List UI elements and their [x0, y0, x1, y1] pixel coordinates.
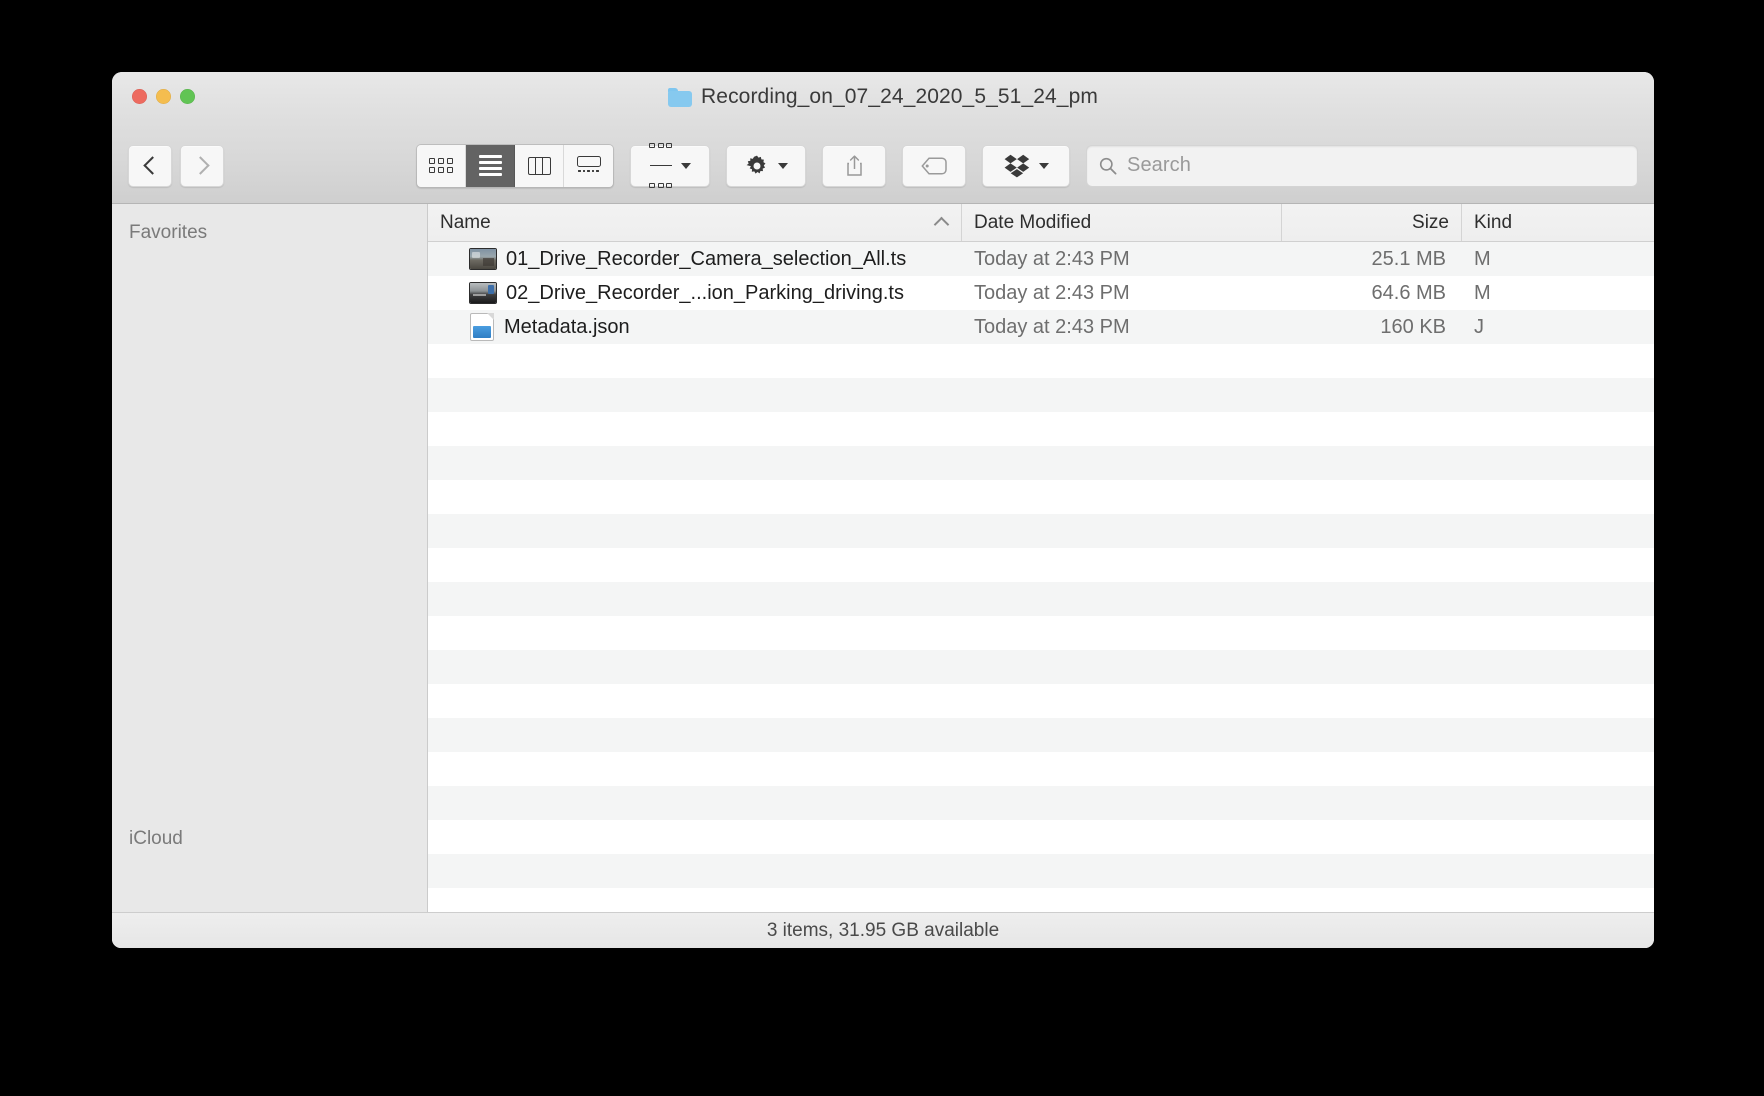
file-size-cell: 160 KB	[1380, 315, 1446, 338]
status-bar: 3 items, 31.95 GB available	[112, 912, 1654, 948]
finder-window: Recording_on_07_24_2020_5_51_24_pm Searc…	[112, 72, 1654, 948]
empty-row	[428, 616, 1654, 650]
empty-row	[428, 446, 1654, 480]
close-button[interactable]	[132, 89, 147, 104]
empty-row	[428, 378, 1654, 412]
search-field[interactable]: Search	[1086, 144, 1638, 187]
empty-row	[428, 718, 1654, 752]
empty-row	[428, 412, 1654, 446]
video-file-icon	[470, 283, 496, 303]
column-header-size[interactable]: Size	[1282, 204, 1462, 241]
column-header-row: Name Date Modified Size Kind	[428, 204, 1654, 242]
list-icon	[478, 155, 502, 176]
file-size-cell: 64.6 MB	[1371, 281, 1446, 304]
status-bar-text: 3 items, 31.95 GB available	[766, 920, 1000, 941]
folder-icon	[668, 87, 693, 107]
file-name-cell: 01_Drive_Recorder_Camera_selection_All.t…	[428, 242, 962, 276]
dropbox-icon	[1004, 154, 1029, 177]
gallery-view-button[interactable]	[564, 144, 613, 187]
share-icon	[846, 155, 862, 176]
empty-row	[428, 582, 1654, 616]
sidebar-section-icloud: iCloud	[129, 828, 183, 849]
file-date-cell: Today at 2:43 PM	[974, 315, 1130, 338]
column-header-date-label: Date Modified	[974, 211, 1092, 233]
chevron-down-icon	[1038, 162, 1049, 169]
column-header-name-label: Name	[440, 211, 491, 233]
file-size-cell: 25.1 MB	[1371, 247, 1446, 270]
window-titlebar[interactable]: Recording_on_07_24_2020_5_51_24_pm	[112, 72, 1654, 128]
chevron-down-icon	[681, 162, 691, 169]
column-view-button[interactable]	[515, 144, 564, 187]
tag-icon	[921, 156, 947, 175]
column-header-name[interactable]: Name	[428, 204, 962, 241]
file-kind-cell: M	[1474, 281, 1491, 304]
file-name-label: 02_Drive_Recorder_...ion_Parking_driving…	[506, 281, 904, 304]
video-file-icon	[470, 249, 496, 269]
empty-row	[428, 344, 1654, 378]
minimize-button[interactable]	[156, 89, 171, 104]
column-header-kind[interactable]: Kind	[1462, 204, 1582, 241]
finder-toolbar: Search	[112, 128, 1654, 204]
search-icon	[1099, 157, 1117, 174]
window-body: Favorites iCloud Name Date Modified Size	[112, 204, 1654, 912]
file-list: Name Date Modified Size Kind 01_Drive_Re…	[428, 204, 1654, 912]
list-view-button[interactable]	[466, 144, 515, 187]
action-menu-button[interactable]	[726, 144, 806, 187]
navigation-button-group	[128, 144, 224, 187]
file-name-cell: Metadata.json	[428, 310, 962, 344]
columns-icon	[527, 156, 551, 175]
finder-sidebar[interactable]: Favorites iCloud	[112, 204, 428, 912]
column-header-kind-label: Kind	[1474, 211, 1513, 233]
file-date-cell: Today at 2:43 PM	[974, 281, 1130, 304]
empty-row	[428, 854, 1654, 888]
table-row[interactable]: 01_Drive_Recorder_Camera_selection_All.t…	[428, 242, 1654, 276]
gallery-icon	[576, 156, 601, 175]
file-kind-cell: M	[1474, 247, 1491, 270]
file-kind-cell: J	[1474, 315, 1484, 338]
file-name-cell: 02_Drive_Recorder_...ion_Parking_driving…	[428, 276, 962, 310]
file-name-label: Metadata.json	[504, 315, 630, 338]
chevron-right-icon	[190, 156, 210, 175]
icon-view-button[interactable]	[417, 144, 466, 187]
file-rows: 01_Drive_Recorder_Camera_selection_All.t…	[428, 242, 1654, 912]
chevron-left-icon	[142, 156, 162, 175]
tags-button[interactable]	[902, 144, 966, 187]
share-button[interactable]	[822, 144, 886, 187]
table-row[interactable]: 02_Drive_Recorder_...ion_Parking_driving…	[428, 276, 1654, 310]
desktop-background: Recording_on_07_24_2020_5_51_24_pm Searc…	[0, 0, 1764, 1096]
sort-ascending-icon	[933, 216, 950, 233]
window-title-text: Recording_on_07_24_2020_5_51_24_pm	[701, 85, 1098, 108]
empty-row	[428, 888, 1654, 912]
empty-row	[428, 752, 1654, 786]
empty-row	[428, 548, 1654, 582]
back-button[interactable]	[128, 144, 172, 187]
grid-icon	[429, 158, 453, 173]
sidebar-section-favorites: Favorites	[129, 222, 208, 243]
empty-row	[428, 480, 1654, 514]
window-title: Recording_on_07_24_2020_5_51_24_pm	[112, 85, 1654, 109]
empty-row	[428, 650, 1654, 684]
empty-row	[428, 514, 1654, 548]
json-file-icon	[470, 313, 494, 341]
file-date-cell: Today at 2:43 PM	[974, 247, 1130, 270]
view-mode-switcher	[416, 143, 614, 188]
empty-row	[428, 684, 1654, 718]
empty-row	[428, 820, 1654, 854]
table-row[interactable]: Metadata.json Today at 2:43 PM 160 KB J	[428, 310, 1654, 344]
chevron-down-icon	[777, 162, 788, 169]
column-header-size-label: Size	[1412, 211, 1449, 233]
empty-row	[428, 786, 1654, 820]
arrange-icon	[649, 128, 672, 203]
file-name-label: 01_Drive_Recorder_Camera_selection_All.t…	[506, 247, 907, 270]
traffic-light-group	[132, 89, 195, 104]
gear-icon	[746, 155, 765, 174]
zoom-button[interactable]	[180, 89, 195, 104]
arrange-by-button[interactable]	[630, 142, 710, 189]
forward-button[interactable]	[180, 144, 224, 187]
dropbox-button[interactable]	[982, 144, 1070, 187]
search-input-placeholder[interactable]: Search	[1127, 154, 1191, 177]
column-header-date-modified[interactable]: Date Modified	[962, 204, 1282, 241]
